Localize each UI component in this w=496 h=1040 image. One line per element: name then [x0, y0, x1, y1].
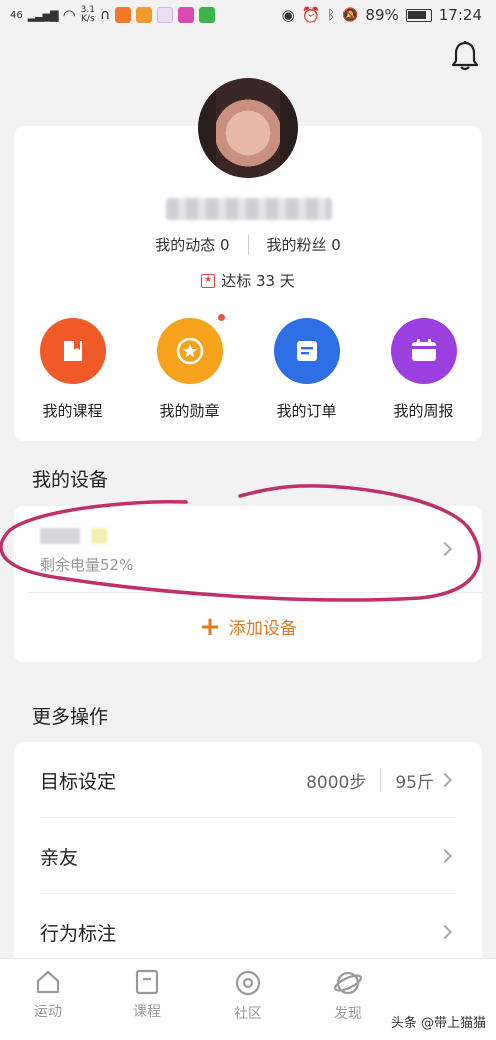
device-card: 剩余电量52% + 添加设备 [14, 506, 482, 662]
headset-icon: ∩ [100, 7, 111, 23]
eye-icon: ◉ [281, 6, 295, 24]
new-badge-dot [217, 314, 225, 321]
quick-action-label: 我的周报 [393, 402, 454, 420]
community-icon [235, 970, 261, 996]
nav-label: 社区 [234, 1006, 262, 1022]
friends-row[interactable]: 亲友 [14, 818, 482, 894]
device-name [40, 528, 120, 546]
quick-action-label: 我的课程 [42, 402, 103, 420]
quick-action-courses[interactable]: 我的课程 [14, 318, 131, 421]
app-notification-icon [136, 7, 153, 23]
row-label: 目标设定 [40, 770, 117, 793]
row-label: 亲友 [40, 846, 79, 869]
quick-actions: 我的课程 我的勋章 我的订单 我的周报 [14, 314, 482, 421]
app-notification-icon [199, 7, 216, 23]
nav-tab-community[interactable]: 社区 [218, 969, 278, 1023]
quick-action-medals[interactable]: 我的勋章 [131, 314, 248, 421]
battery-percent: 89% [365, 6, 399, 24]
streak-label: 达标 33 天 [221, 272, 295, 290]
book-icon [39, 318, 106, 384]
divider [28, 592, 482, 593]
device-name-blur [91, 528, 108, 544]
quick-action-weekly-report[interactable]: 我的周报 [365, 318, 482, 421]
row-label: 行为标注 [40, 922, 117, 945]
add-device-button[interactable]: + 添加设备 [14, 611, 482, 642]
alarm-icon: ⏰ [301, 6, 321, 24]
net-speed: 3.1 K/s [81, 6, 95, 24]
nav-label: 课程 [133, 1004, 161, 1020]
calendar-icon [390, 318, 457, 384]
quick-action-label: 我的订单 [276, 402, 337, 420]
my-dynamics-link[interactable]: 我的动态 0 [155, 234, 229, 255]
net-speed-unit: K/s [81, 14, 95, 24]
app-notification-icon [157, 7, 174, 23]
more-section-title: 更多操作 [32, 706, 109, 728]
profile-stats: 我的动态 0 我的粉丝 0 [0, 234, 496, 255]
course-icon [135, 969, 159, 995]
nav-label: 发现 [334, 1006, 362, 1022]
nav-tab-sport[interactable]: 运动 [18, 969, 78, 1021]
chevron-right-icon [437, 772, 453, 788]
quick-action-label: 我的勋章 [159, 402, 220, 420]
app-notification-icon [178, 7, 195, 23]
signal-icon: 46 [10, 9, 23, 21]
more-operations-card: 目标设定 8000步 95斤 亲友 行为标注 [14, 742, 482, 972]
app-notification-icon [115, 7, 132, 23]
nav-label: 运动 [34, 1004, 62, 1020]
chevron-right-icon[interactable] [437, 541, 453, 557]
nav-tab-course[interactable]: 课程 [117, 969, 177, 1021]
stats-divider [247, 234, 249, 255]
my-fans-link[interactable]: 我的粉丝 0 [267, 234, 341, 255]
cell-bars-icon: ▂▃▅▇ [27, 8, 59, 22]
devices-section-title: 我的设备 [32, 469, 109, 491]
watermark: 头条 @带上猫猫 [390, 1016, 486, 1031]
username [166, 198, 332, 220]
device-battery-status: 剩余电量52% [40, 556, 134, 574]
bell-icon[interactable] [450, 40, 480, 72]
add-device-label: 添加设备 [228, 619, 297, 639]
target-weight: 95斤 [395, 772, 434, 793]
target-values: 8000步 95斤 [306, 768, 434, 793]
nav-tab-discover[interactable]: 发现 [318, 969, 378, 1023]
target-setting-row[interactable]: 目标设定 8000步 95斤 [14, 742, 482, 818]
target-divider [380, 768, 382, 792]
chevron-right-icon [437, 924, 453, 940]
quick-action-orders[interactable]: 我的订单 [248, 318, 365, 421]
clock: 17:24 [438, 6, 482, 24]
mute-icon: 🔕 [342, 7, 359, 23]
order-icon [273, 318, 340, 384]
discover-icon [334, 971, 362, 995]
plus-icon: + [199, 611, 221, 642]
streak-badge: ★ 达标 33 天 [0, 270, 496, 291]
battery-icon [405, 8, 432, 22]
wifi-icon: ◠ [62, 6, 76, 24]
device-name-blur [40, 528, 80, 544]
bluetooth-icon: ᛒ [327, 7, 336, 23]
home-icon [36, 970, 60, 994]
chevron-right-icon [437, 848, 453, 864]
target-steps: 8000步 [306, 772, 367, 793]
star-icon: ★ [201, 273, 216, 288]
medal-icon [156, 314, 225, 384]
status-bar: 46 ▂▃▅▇ ◠ 3.1 K/s ∩ ◉ ⏰ ᛒ 🔕 89% 17:24 [0, 0, 496, 30]
avatar[interactable] [198, 78, 298, 178]
